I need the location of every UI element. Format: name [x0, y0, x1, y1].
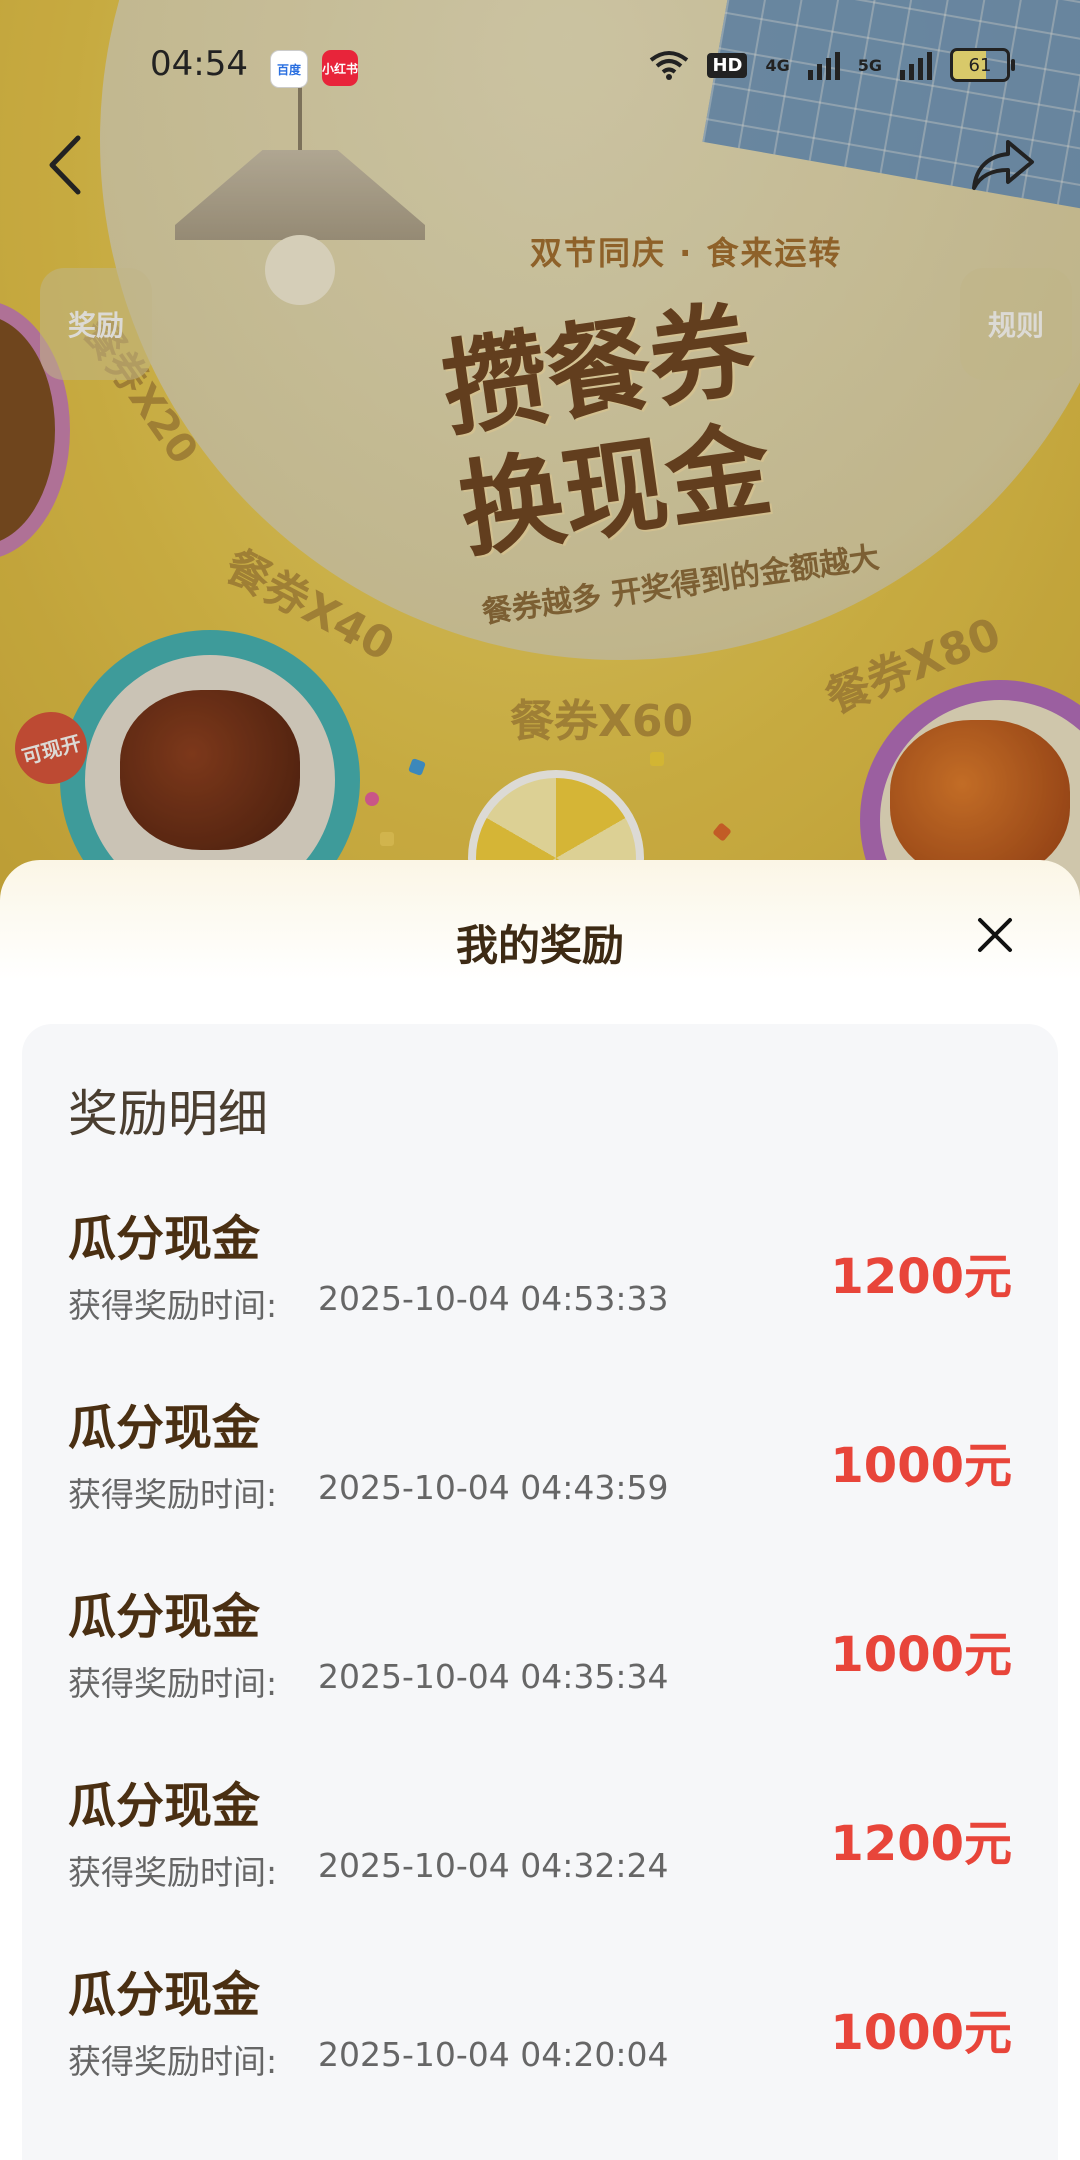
reward-time: 2025-10-04 04:35:34: [318, 1657, 669, 1696]
reward-details-panel: 奖励明细 瓜分现金 获得奖励时间: 2025-10-04 04:53:33 12…: [22, 1024, 1058, 2160]
reward-amount: 1000元: [830, 1438, 1012, 1494]
reward-time-label: 获得奖励时间:: [68, 1664, 278, 1703]
reward-list-item: 瓜分现金 获得奖励时间: 2025-10-04 04:35:34 1000元: [22, 1577, 1058, 1766]
reward-time: 2025-10-04 04:53:33: [318, 1279, 669, 1318]
reward-time: 2025-10-04 04:43:59: [318, 1468, 669, 1507]
sheet-title: 我的奖励: [455, 921, 624, 970]
wifi-icon: [650, 51, 689, 80]
status-bar: 04:54 百度 小红书 HD 4G 5G 61: [0, 0, 1080, 130]
reward-amount: 1200元: [830, 1816, 1012, 1872]
reward-name: 瓜分现金: [68, 1967, 261, 2023]
reward-list-item: 瓜分现金 获得奖励时间: 2025-10-04 04:43:59 1000元: [22, 1388, 1058, 1577]
back-arrow-icon[interactable]: [40, 130, 100, 200]
reward-list-item: 瓜分现金 获得奖励时间: 2025-10-04 04:20:04 1000元: [22, 1955, 1058, 2144]
reward-amount: 1000元: [830, 2005, 1012, 2061]
reward-name: 瓜分现金: [68, 1589, 261, 1645]
reward-amount: 1000元: [830, 1627, 1012, 1683]
close-icon[interactable]: [970, 910, 1020, 960]
status-time: 04:54: [150, 44, 248, 84]
reward-amount: 1200元: [830, 1249, 1012, 1305]
promo-background: 可现开 餐券X20 餐券X40 餐券X60 餐券X80 双节同庆 · 食来运转 …: [0, 0, 1080, 900]
reward-list-item: 瓜分现金 获得奖励时间: 2025-10-04 04:53:33 1200元: [22, 1199, 1058, 1388]
reward-name: 瓜分现金: [68, 1778, 261, 1834]
reward-time-label: 获得奖励时间:: [68, 1475, 278, 1514]
hd-voice-icon: HD: [707, 52, 748, 78]
screen: 可现开 餐券X20 餐券X40 餐券X60 餐券X80 双节同庆 · 食来运转 …: [0, 0, 1080, 2160]
rewards-bottom-sheet: 我的奖励 奖励明细 瓜分现金 获得奖励时间: 2025-10-04 04:53:…: [0, 860, 1080, 2160]
status-indicators: HD 4G 5G 61: [649, 48, 1015, 82]
reward-time: 2025-10-04 04:32:24: [318, 1846, 669, 1885]
background-dim-overlay: [0, 0, 1080, 900]
network-5g-label: 5G: [857, 55, 882, 75]
xiaohongshu-app-icon: 小红书: [322, 50, 358, 86]
reward-time-label: 获得奖励时间:: [68, 1286, 278, 1325]
battery-icon: 61: [950, 48, 1015, 82]
panel-title: 奖励明细: [68, 1085, 268, 1143]
signal-5g-icon: [900, 50, 932, 80]
reward-time-label: 获得奖励时间:: [68, 1853, 278, 1892]
baidu-app-icon: 百度: [270, 50, 308, 88]
share-icon[interactable]: [968, 130, 1038, 200]
reward-list: 瓜分现金 获得奖励时间: 2025-10-04 04:53:33 1200元 瓜…: [22, 1199, 1058, 2144]
reward-name: 瓜分现金: [68, 1211, 261, 1267]
reward-time-label: 获得奖励时间:: [68, 2042, 278, 2081]
reward-time: 2025-10-04 04:20:04: [318, 2035, 669, 2074]
signal-4g-icon: [807, 50, 840, 80]
network-4g-label: 4G: [765, 55, 790, 75]
reward-list-item: 瓜分现金 获得奖励时间: 2025-10-04 04:32:24 1200元: [22, 1766, 1058, 1955]
reward-name: 瓜分现金: [68, 1400, 261, 1456]
